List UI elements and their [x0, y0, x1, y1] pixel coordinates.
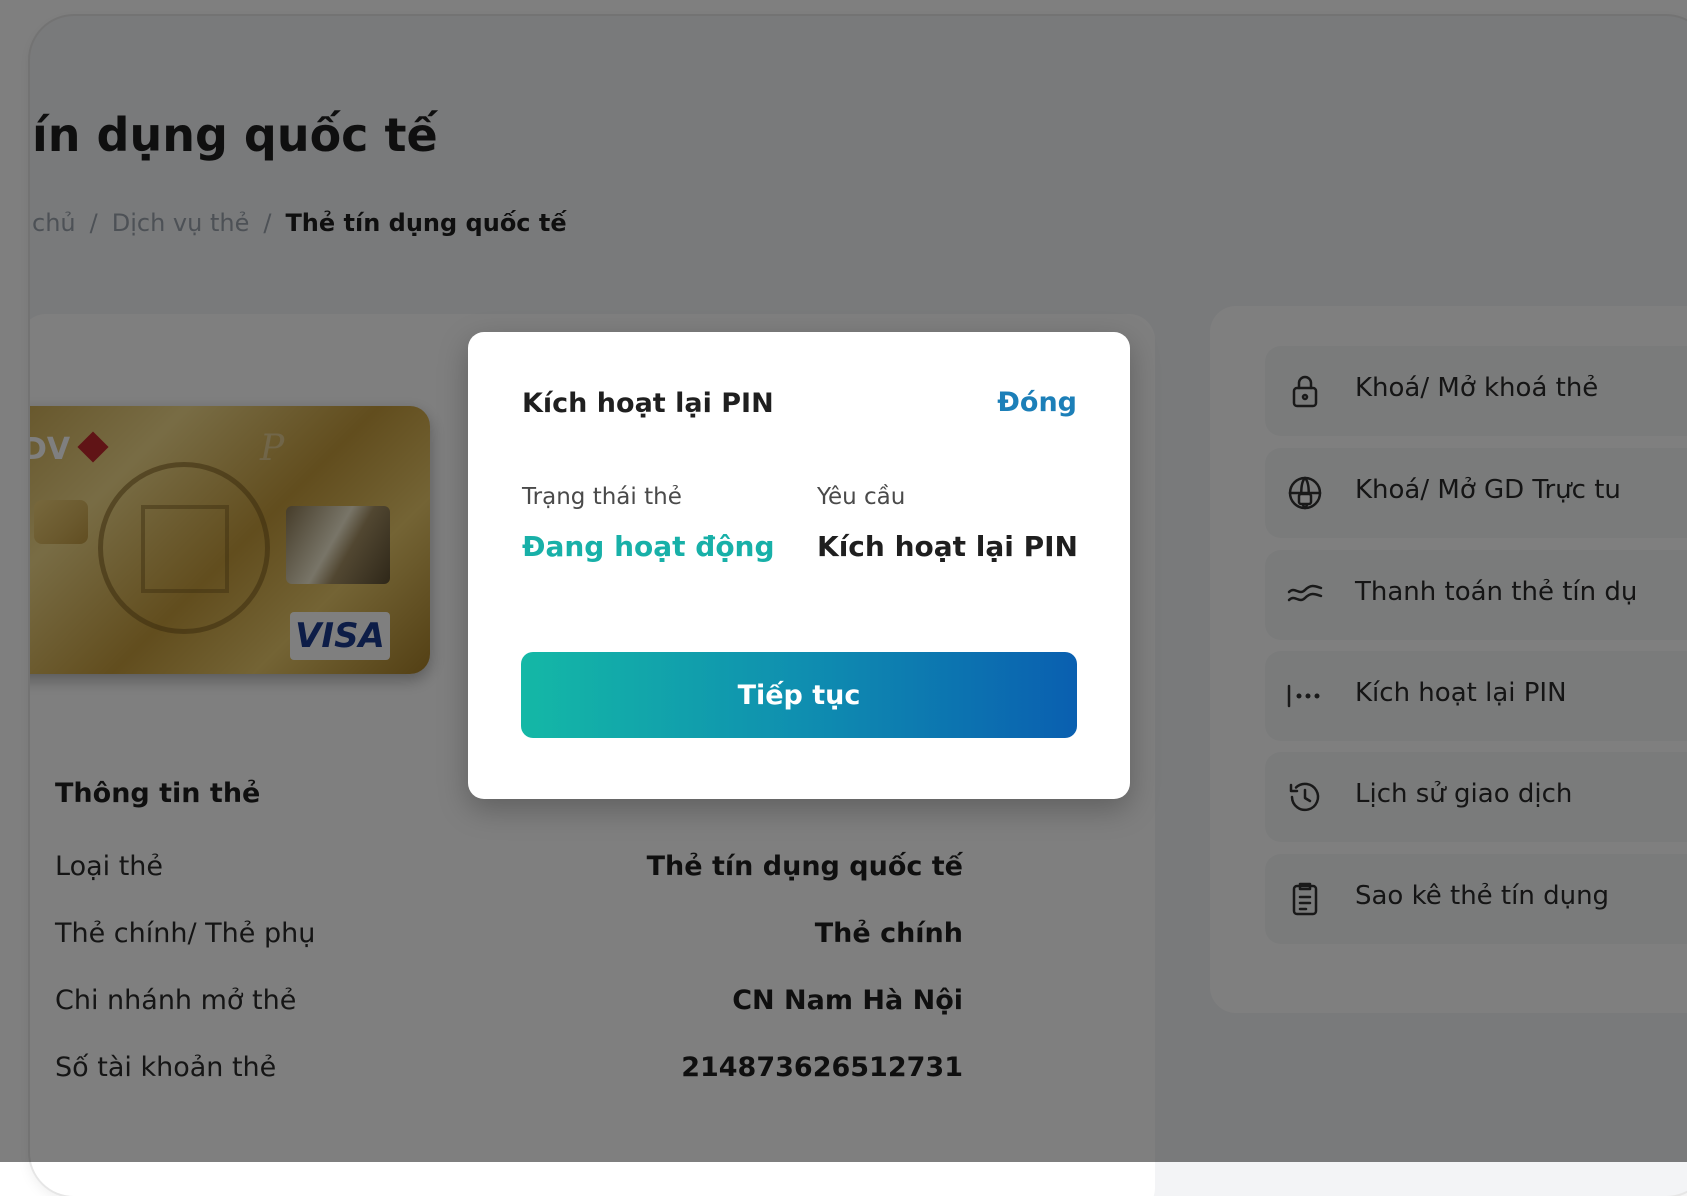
request-label: Yêu cầu	[817, 484, 906, 510]
request-value: Kích hoạt lại PIN	[817, 530, 1078, 563]
card-status-label: Trạng thái thẻ	[522, 484, 682, 510]
card-status-value: Đang hoạt động	[522, 530, 775, 563]
continue-button[interactable]: Tiếp tục	[521, 652, 1077, 738]
dialog-title: Kích hoạt lại PIN	[522, 388, 774, 419]
reactivate-pin-dialog: Kích hoạt lại PIN Đóng Trạng thái thẻ Đa…	[468, 332, 1130, 799]
close-button[interactable]: Đóng	[997, 387, 1077, 418]
